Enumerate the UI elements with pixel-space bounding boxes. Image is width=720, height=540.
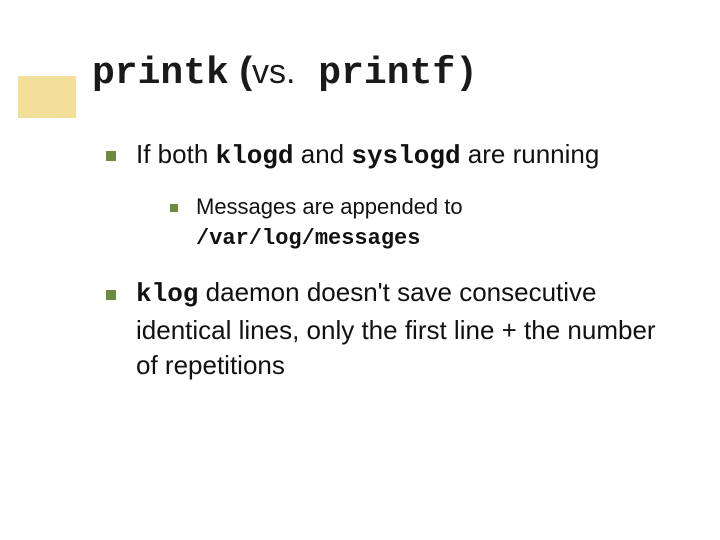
title-vs: vs. bbox=[252, 53, 295, 91]
b1-code-klogd: klogd bbox=[216, 141, 294, 171]
title-paren-open: ( bbox=[229, 50, 252, 92]
b1-code-syslogd: syslogd bbox=[351, 141, 460, 171]
bullet-list-level2: Messages are appended to /var/log/messag… bbox=[170, 192, 660, 253]
b1s-text1: Messages are appended to bbox=[196, 194, 463, 219]
bullet-item-1: If both klogd and syslogd are running Me… bbox=[106, 137, 660, 253]
bullet-list-level1: If both klogd and syslogd are running Me… bbox=[106, 137, 660, 383]
title-code-printf: printf bbox=[296, 52, 456, 95]
b2-code-klog: klog bbox=[136, 279, 198, 309]
b1-text3: are running bbox=[461, 139, 600, 169]
b2-text1: daemon doesn't save consecutive identica… bbox=[136, 277, 656, 379]
accent-box bbox=[18, 76, 76, 118]
b1-text2: and bbox=[294, 139, 352, 169]
title-code-printk: printk bbox=[92, 52, 229, 95]
b1-text1: If both bbox=[136, 139, 216, 169]
bullet-item-1-1: Messages are appended to /var/log/messag… bbox=[170, 192, 660, 253]
slide: printk (vs. printf) If both klogd and sy… bbox=[0, 0, 720, 540]
square-bullet-icon bbox=[106, 290, 116, 300]
title-paren-close: ) bbox=[455, 52, 478, 95]
bullet-item-2: klog daemon doesn't save consecutive ide… bbox=[106, 275, 660, 382]
b1s-code-path: /var/log/messages bbox=[196, 226, 420, 251]
square-bullet-icon bbox=[106, 151, 116, 161]
square-bullet-icon bbox=[170, 204, 178, 212]
slide-title: printk (vs. printf) bbox=[92, 50, 660, 95]
